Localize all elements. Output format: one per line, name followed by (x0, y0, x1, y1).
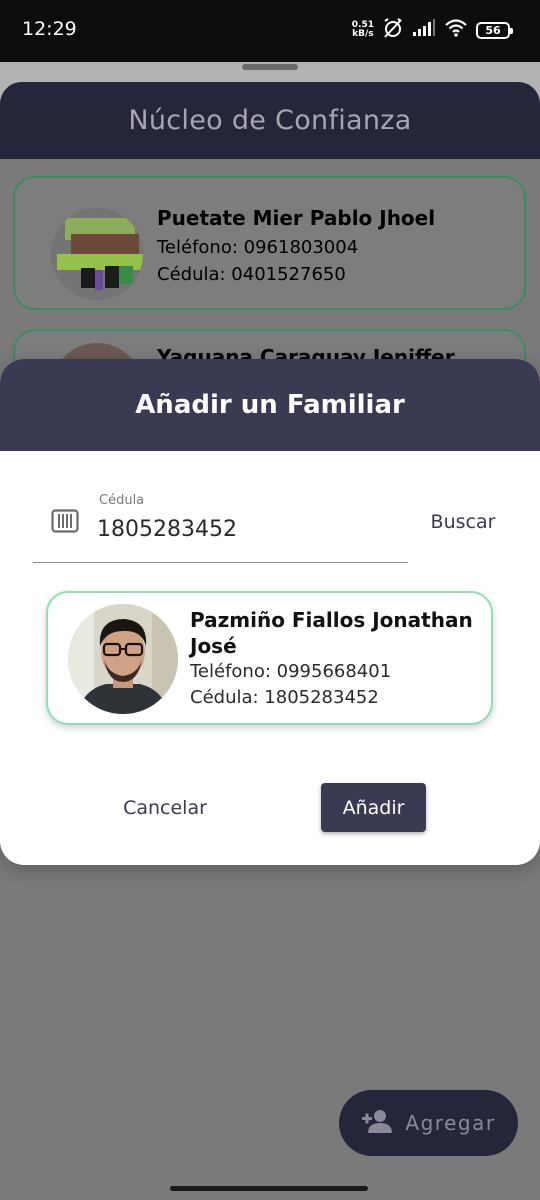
result-phone: Teléfono: 0995668401 (190, 661, 392, 682)
contact-cedula: Cédula: 0401527650 (157, 264, 346, 285)
cedula-input[interactable] (97, 517, 397, 542)
search-result-card[interactable]: Pazmiño Fiallos Jonathan José Teléfono: … (46, 591, 493, 725)
sheet-header: Núcleo de Confianza (0, 82, 540, 159)
wifi-icon (444, 18, 468, 43)
cedula-field[interactable]: Cédula (33, 489, 408, 563)
network-speed: 0.51 kB/s (352, 21, 374, 39)
signal-icon (412, 18, 436, 42)
add-family-dialog: Añadir un Familiar Cédula Buscar (0, 359, 540, 865)
result-cedula: Cédula: 1805283452 (190, 687, 379, 708)
status-icons: 0.51 kB/s 56 (352, 17, 513, 44)
result-avatar (68, 604, 178, 714)
sheet-title: Núcleo de Confianza (128, 105, 412, 136)
search-button[interactable]: Buscar (416, 505, 510, 539)
add-person-icon (361, 1108, 393, 1139)
cancel-button[interactable]: Cancelar (110, 785, 220, 831)
cedula-field-label: Cédula (99, 493, 145, 508)
alarm-off-icon (382, 17, 404, 44)
contact-avatar (51, 208, 143, 300)
dialog-header: Añadir un Familiar (0, 359, 540, 451)
result-info: Pazmiño Fiallos Jonathan José Teléfono: … (190, 607, 480, 711)
dialog-title: Añadir un Familiar (135, 390, 405, 420)
battery-icon: 56 (476, 21, 513, 39)
barcode-icon (51, 509, 79, 538)
contact-card[interactable]: Puetate Mier Pablo Jhoel Teléfono: 09618… (13, 176, 526, 310)
contact-info: Puetate Mier Pablo Jhoel Teléfono: 09618… (157, 206, 435, 288)
fab-label: Agregar (405, 1111, 496, 1135)
contact-name: Puetate Mier Pablo Jhoel (157, 206, 436, 230)
battery-level: 56 (485, 23, 501, 37)
gesture-nav-bar[interactable] (170, 1186, 368, 1191)
sheet-drag-handle[interactable] (242, 64, 298, 70)
status-bar: 12:29 0.51 kB/s 56 (0, 0, 540, 62)
add-contact-fab[interactable]: Agregar (339, 1090, 518, 1156)
network-speed-unit: kB/s (352, 29, 374, 39)
add-button[interactable]: Añadir (321, 783, 426, 832)
contact-phone: Teléfono: 0961803004 (157, 237, 359, 258)
result-name: Pazmiño Fiallos Jonathan José (190, 608, 473, 658)
status-time: 12:29 (22, 18, 77, 40)
